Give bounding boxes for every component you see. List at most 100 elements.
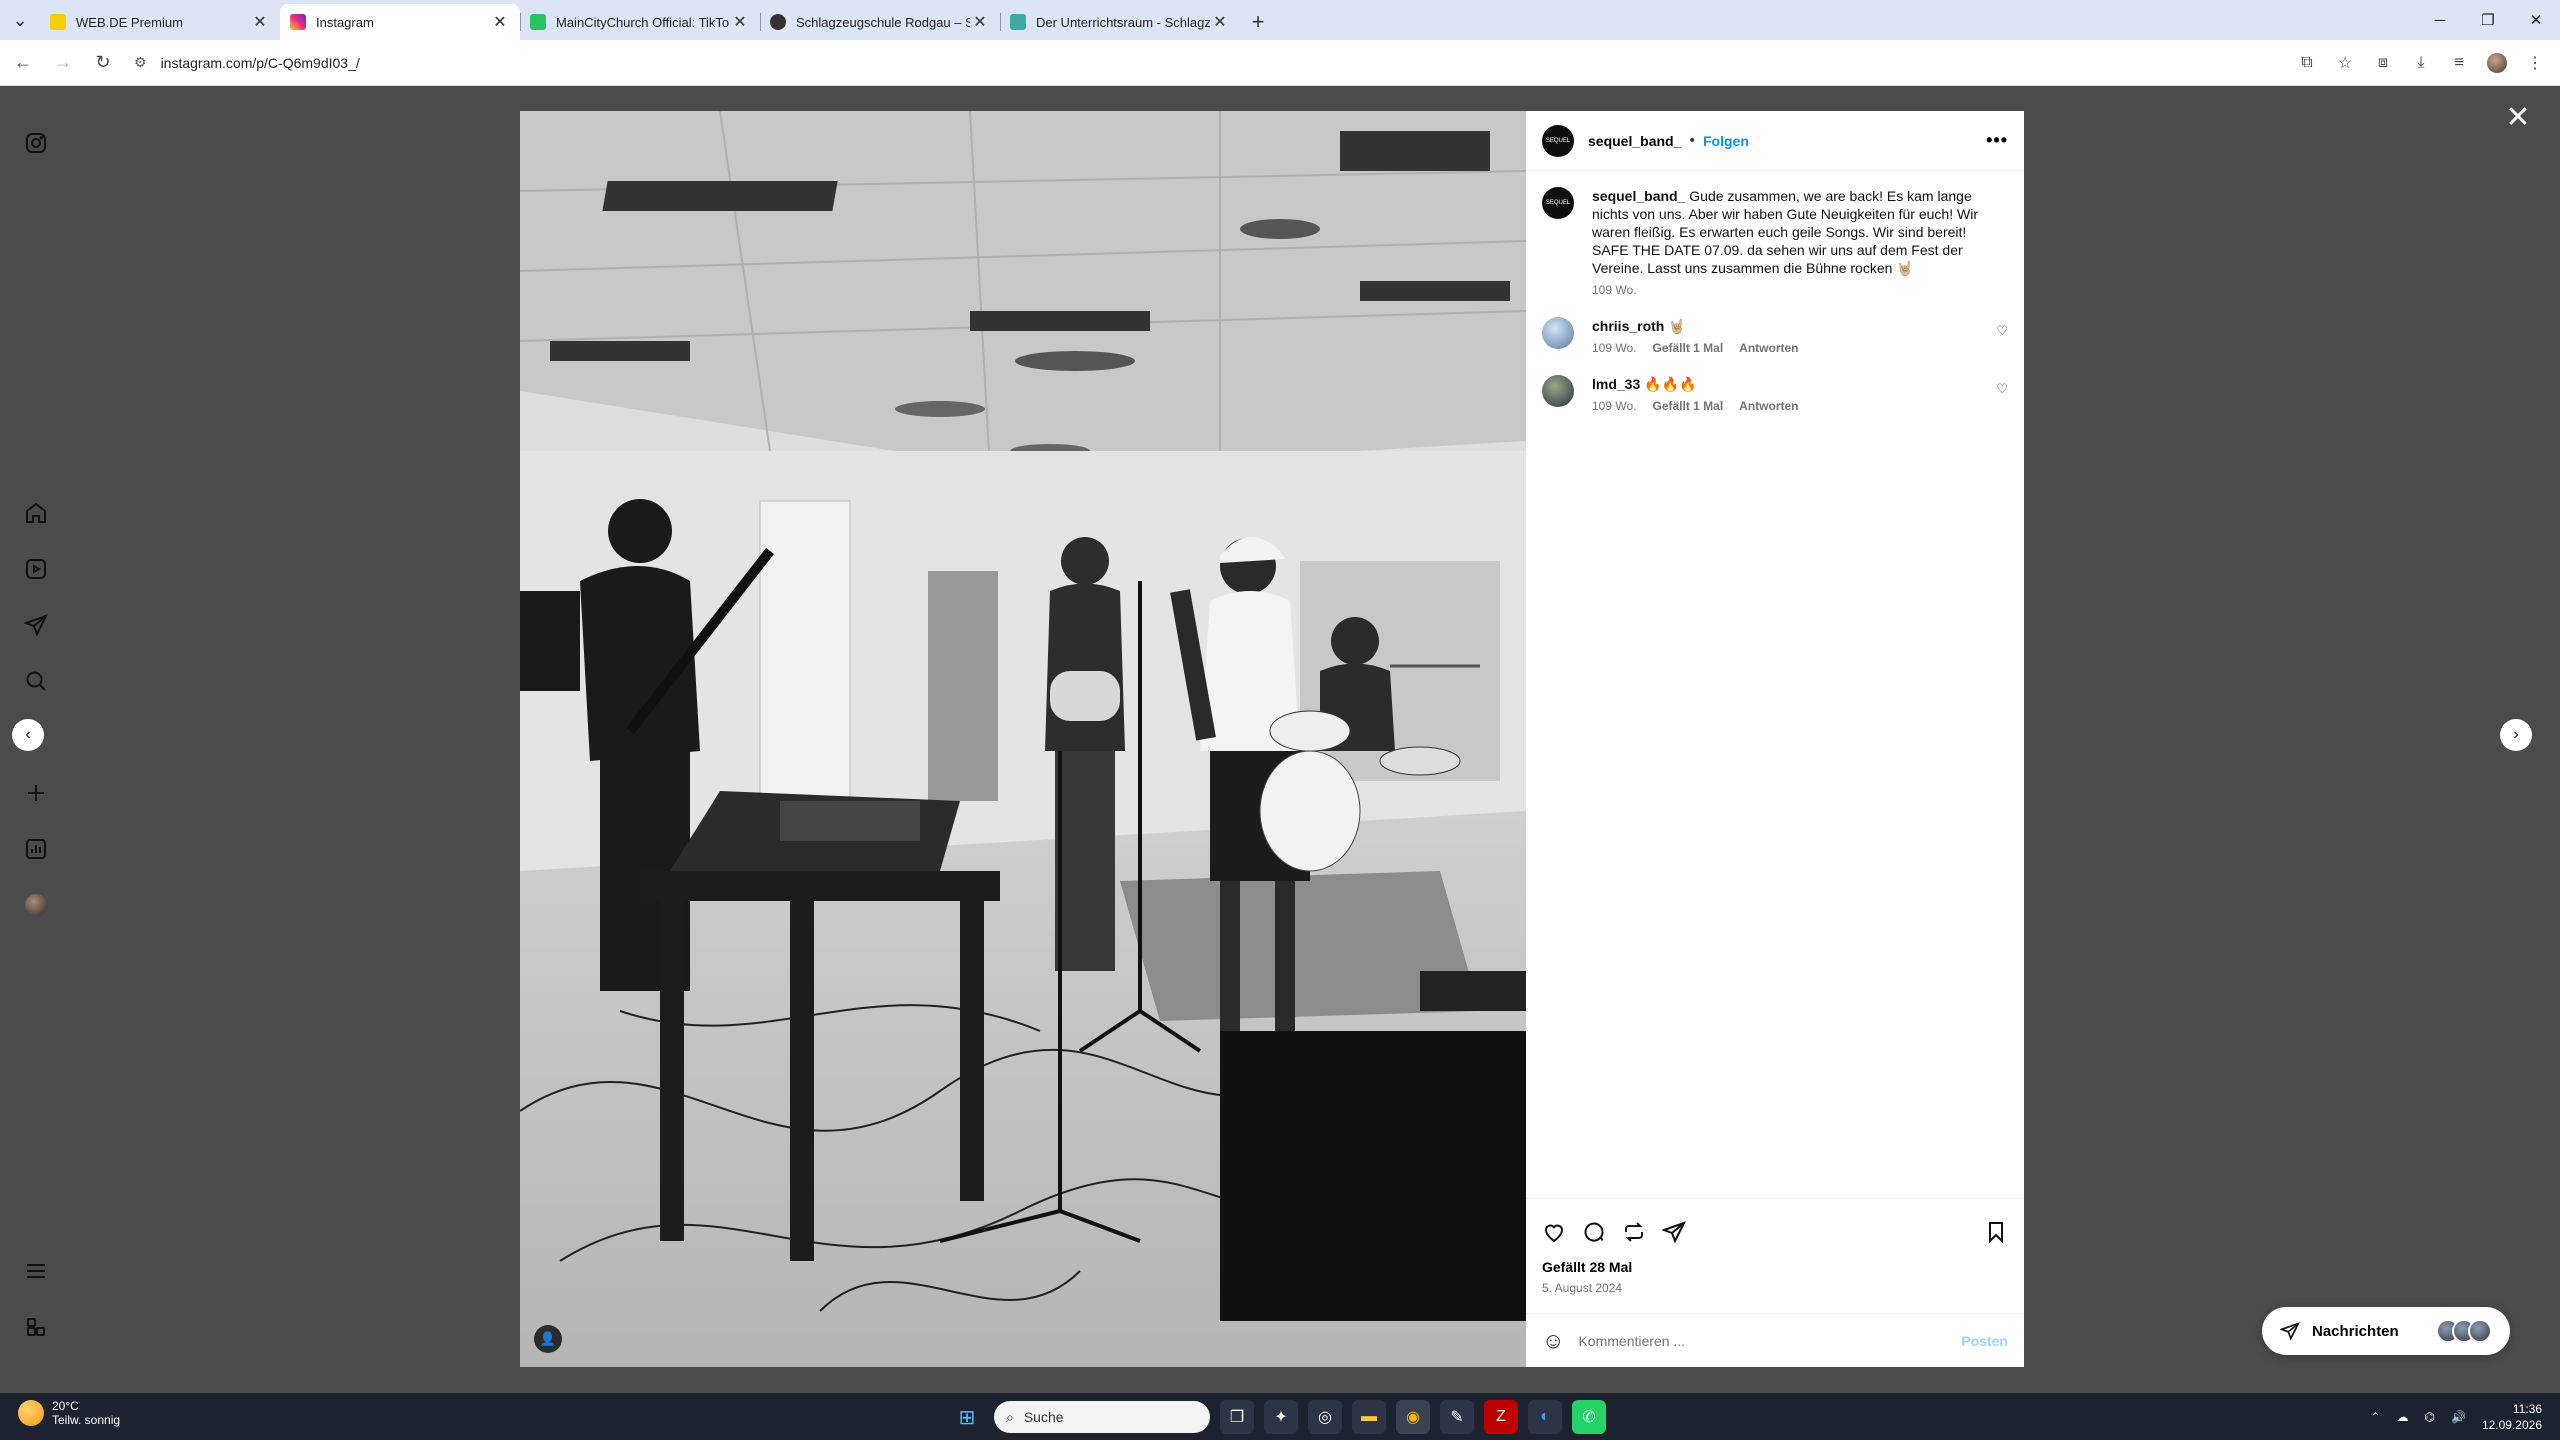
- edge-icon[interactable]: ◐: [1528, 1400, 1562, 1434]
- tab-close-icon[interactable]: ✕: [490, 12, 510, 32]
- more-icon[interactable]: [22, 1257, 50, 1285]
- volume-icon[interactable]: 🔊: [2451, 1410, 2466, 1424]
- profile-avatar[interactable]: [2482, 48, 2512, 78]
- create-icon[interactable]: [22, 779, 50, 807]
- bookmark-icon[interactable]: [1984, 1220, 2008, 1244]
- whatsapp-icon[interactable]: ✆: [1572, 1400, 1606, 1434]
- direct-icon: [2280, 1322, 2300, 1341]
- tab-webde[interactable]: WEB.DE Premium ✕: [40, 4, 280, 40]
- weather-text: Teilw. sonnig: [52, 1413, 121, 1427]
- task-view-icon[interactable]: ❐: [1220, 1400, 1254, 1434]
- maximize-icon[interactable]: ❐: [2464, 0, 2512, 40]
- download-icon[interactable]: ⤓: [2406, 48, 2436, 78]
- windows-start-icon[interactable]: ⊞: [950, 1400, 984, 1434]
- home-icon[interactable]: [22, 499, 50, 527]
- browser-menu-icon[interactable]: ⋮: [2520, 48, 2550, 78]
- emoji-icon[interactable]: ☺: [1542, 1328, 1564, 1354]
- clock[interactable]: 11:36 12.09.2026: [2482, 1401, 2542, 1433]
- comment-input[interactable]: [1578, 1332, 1962, 1349]
- comment-likes[interactable]: Gefällt 1 Mal: [1652, 399, 1723, 413]
- filezilla-icon[interactable]: Z: [1484, 1400, 1518, 1434]
- tab-tiktok[interactable]: MainCityChurch Official: TikTok ✕: [520, 4, 760, 40]
- media-control-icon[interactable]: ≡: [2444, 48, 2474, 78]
- direct-icon[interactable]: [22, 611, 50, 639]
- author-avatar[interactable]: SEQUEL: [1542, 187, 1574, 219]
- share-icon[interactable]: [1662, 1220, 1686, 1244]
- close-icon[interactable]: ✕: [2500, 99, 2536, 135]
- comment-like-heart-icon[interactable]: ♡: [1996, 381, 2008, 397]
- site-info-icon[interactable]: ⚙: [134, 54, 147, 71]
- bookmark-star-icon[interactable]: ☆: [2330, 48, 2360, 78]
- tab-close-icon[interactable]: ✕: [730, 12, 750, 32]
- repost-icon[interactable]: [1622, 1220, 1646, 1244]
- file-explorer-icon[interactable]: ▬: [1352, 1400, 1386, 1434]
- tab-title: MainCityChurch Official: TikTok: [556, 14, 730, 30]
- like-count[interactable]: Gefällt 28 Mal: [1542, 1259, 2008, 1275]
- teams-icon[interactable]: ◎: [1308, 1400, 1342, 1434]
- follow-button[interactable]: Folgen: [1703, 133, 1749, 149]
- more-options-icon[interactable]: •••: [1986, 130, 2008, 151]
- instagram-icon[interactable]: [22, 129, 50, 157]
- onedrive-icon[interactable]: ☁: [2397, 1410, 2409, 1424]
- comment-username[interactable]: chriis_roth: [1592, 318, 1664, 334]
- app-icon[interactable]: ✎: [1440, 1400, 1474, 1434]
- url-field[interactable]: ⚙ instagram.com/p/C-Q6m9dI03_/: [134, 46, 360, 80]
- messages-button[interactable]: Nachrichten: [2262, 1307, 2510, 1355]
- schlagzeugschule-favicon: [770, 14, 786, 30]
- next-post-button[interactable]: ›: [2500, 719, 2532, 751]
- forward-icon[interactable]: →: [46, 46, 80, 80]
- tab-search-icon[interactable]: ⌄: [0, 0, 40, 40]
- chevron-right-icon: ›: [2513, 726, 2519, 743]
- taskbar-search[interactable]: ⌕ Suche: [994, 1401, 1210, 1433]
- network-icon[interactable]: ⌬: [2425, 1410, 2435, 1424]
- profile-icon[interactable]: [22, 891, 50, 919]
- tab-unterrichtsraum[interactable]: Der Unterrichtsraum - Schlagze ✕: [1000, 4, 1240, 40]
- install-app-icon[interactable]: ⧉: [2292, 48, 2322, 78]
- window-close-icon[interactable]: ✕: [2512, 0, 2560, 40]
- tab-title: WEB.DE Premium: [76, 14, 183, 30]
- tab-close-icon[interactable]: ✕: [970, 12, 990, 32]
- insights-icon[interactable]: [22, 835, 50, 863]
- reels-icon[interactable]: [22, 555, 50, 583]
- reload-icon[interactable]: ↻: [86, 46, 120, 80]
- reply-button[interactable]: Antworten: [1739, 399, 1798, 413]
- search-icon[interactable]: [22, 667, 50, 695]
- post-comment-button[interactable]: Posten: [1961, 1333, 2008, 1349]
- comment-like-heart-icon[interactable]: ♡: [1996, 323, 2008, 339]
- post-image[interactable]: 👤: [520, 111, 1526, 1367]
- reply-button[interactable]: Antworten: [1739, 341, 1798, 355]
- commenter-avatar[interactable]: [1542, 317, 1574, 349]
- search-icon: ⌕: [1006, 1408, 1014, 1425]
- comment-time[interactable]: 109 Wo.: [1592, 341, 1636, 355]
- previous-post-button[interactable]: ‹: [12, 719, 44, 751]
- tab-close-icon[interactable]: ✕: [1210, 12, 1230, 32]
- also-from-meta-icon[interactable]: [22, 1313, 50, 1341]
- comment-icon[interactable]: [1582, 1220, 1606, 1244]
- tray-chevron-icon[interactable]: ⌃: [2370, 1410, 2380, 1424]
- author-username[interactable]: sequel_band_: [1588, 133, 1681, 149]
- tab-instagram[interactable]: Instagram ✕: [280, 4, 520, 40]
- tab-title: Der Unterrichtsraum - Schlagze: [1036, 14, 1210, 30]
- chrome-icon[interactable]: ◉: [1396, 1400, 1430, 1434]
- comment-likes[interactable]: Gefällt 1 Mal: [1652, 341, 1723, 355]
- caption-time[interactable]: 109 Wo.: [1592, 283, 1636, 297]
- tab-schlagzeugschule[interactable]: Schlagzeugschule Rodgau – Sch ✕: [760, 4, 1000, 40]
- caption: SEQUEL sequel_band_ Gude zusammen, we ar…: [1542, 187, 2008, 297]
- comment-username[interactable]: lmd_33: [1592, 376, 1640, 392]
- post-header: SEQUEL sequel_band_ • Folgen •••: [1526, 111, 2024, 171]
- comment-time[interactable]: 109 Wo.: [1592, 399, 1636, 413]
- tab-close-icon[interactable]: ✕: [250, 12, 270, 32]
- copilot-icon[interactable]: ✦: [1264, 1400, 1298, 1434]
- post-date: 5. August 2024: [1542, 1281, 1623, 1295]
- heart-icon[interactable]: [1542, 1220, 1566, 1244]
- caption-username[interactable]: sequel_band_: [1592, 188, 1685, 204]
- commenter-avatar[interactable]: [1542, 375, 1574, 407]
- back-icon[interactable]: ←: [6, 46, 40, 80]
- extensions-icon[interactable]: ⧈: [2368, 48, 2398, 78]
- author-avatar[interactable]: SEQUEL: [1542, 124, 1574, 157]
- weather-widget[interactable]: 20°C Teilw. sonnig: [18, 1399, 120, 1427]
- minimize-icon[interactable]: ─: [2416, 0, 2464, 40]
- tagged-user-icon[interactable]: 👤: [534, 1325, 562, 1353]
- avatar: [2468, 1319, 2492, 1343]
- new-tab-button[interactable]: +: [1240, 4, 1276, 40]
